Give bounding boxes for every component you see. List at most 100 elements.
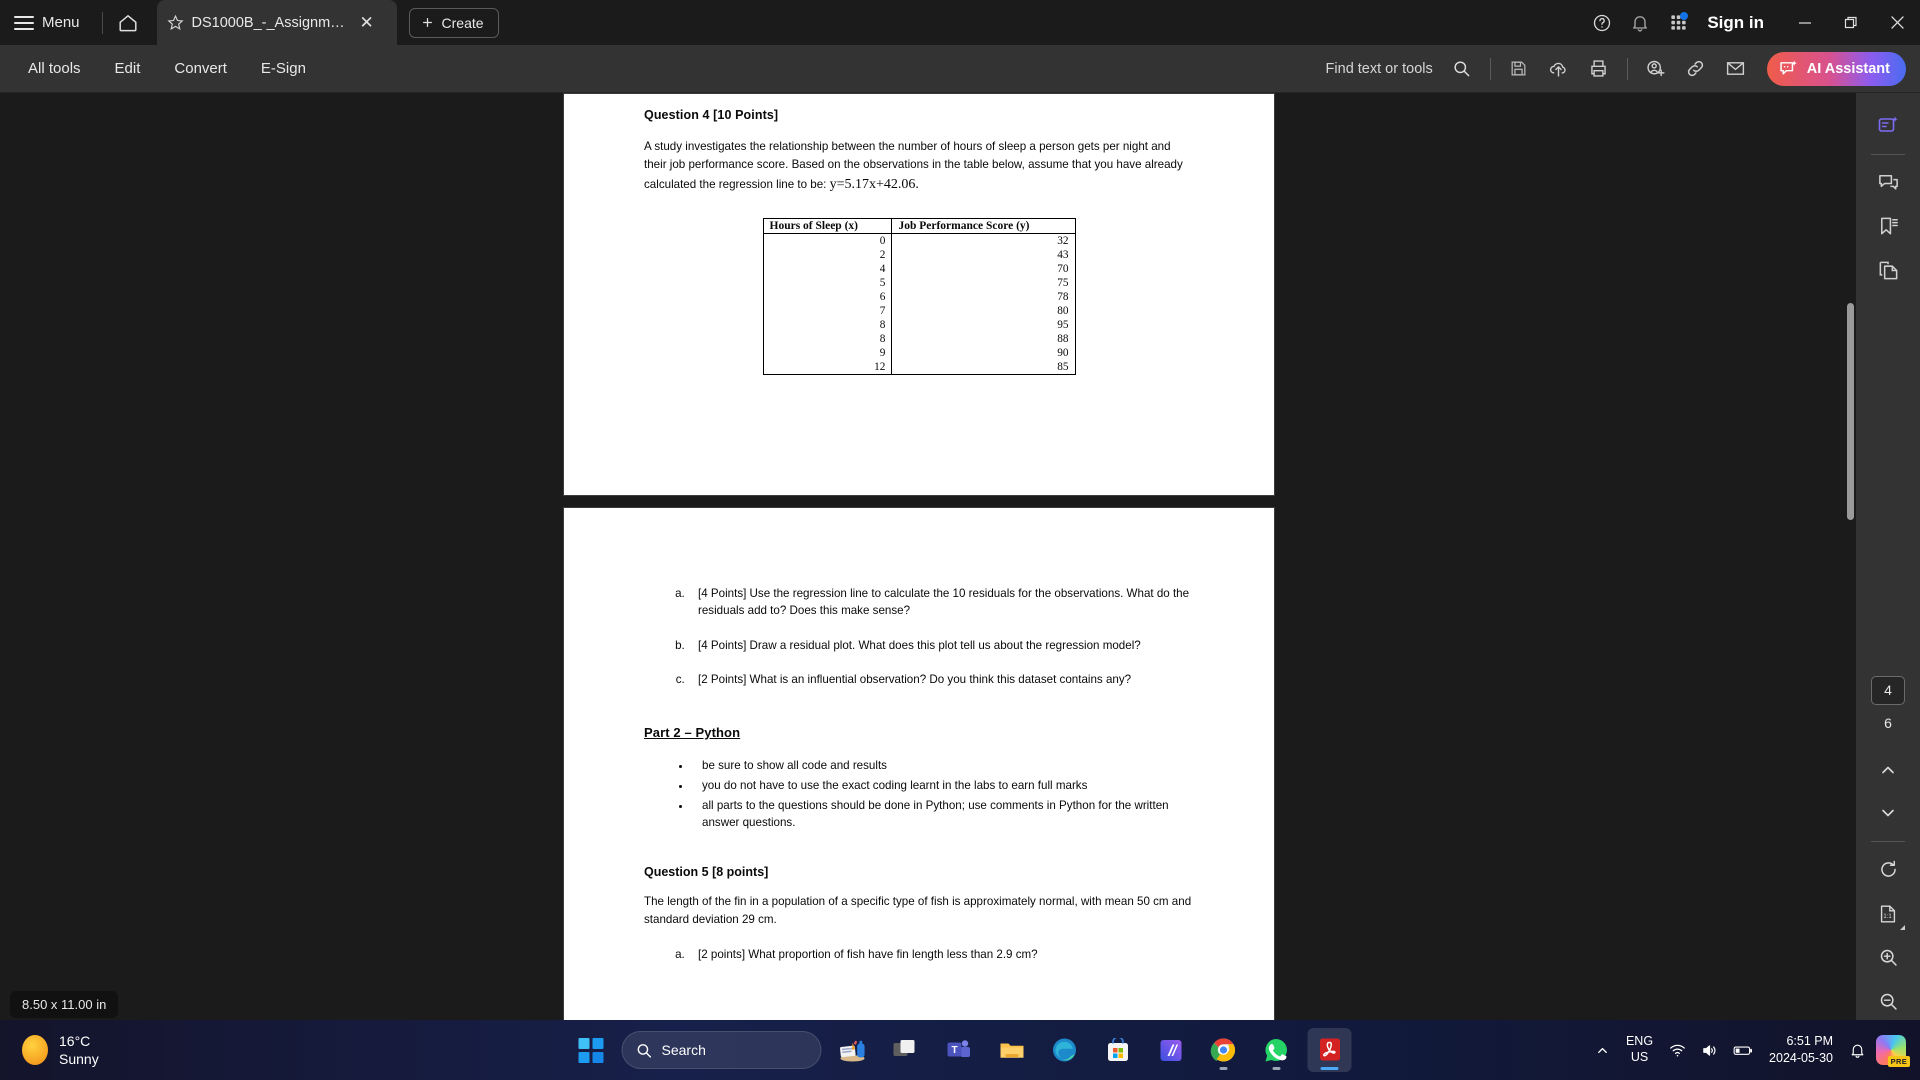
pdf-page-2: [4 Points] Use the regression line to ca… [563, 507, 1275, 1020]
chrome-icon [1210, 1038, 1235, 1062]
part-2-heading: Part 2 – Python [644, 725, 741, 741]
taskbar-app-widgets[interactable] [831, 1028, 875, 1072]
actual-size-button[interactable]: 1:1 [1868, 895, 1908, 933]
divider [1871, 841, 1905, 843]
previous-page-button[interactable] [1868, 751, 1908, 789]
zoom-out-button[interactable] [1868, 982, 1908, 1020]
taskbar-app-file-explorer[interactable] [990, 1028, 1034, 1072]
taskbar-search[interactable]: Search [621, 1031, 822, 1069]
wifi-button[interactable] [1664, 1037, 1691, 1064]
next-page-button[interactable] [1868, 794, 1908, 832]
notifications-tray-button[interactable] [1844, 1037, 1871, 1064]
tab-convert[interactable]: Convert [160, 54, 241, 83]
bookmarks-panel-button[interactable] [1868, 207, 1908, 245]
copilot-button[interactable]: PRE [1876, 1035, 1910, 1067]
ai-sparkle-icon [1780, 60, 1797, 75]
zoom-in-icon [1880, 949, 1897, 966]
edge-icon [1053, 1038, 1076, 1062]
windows-taskbar: 16°C Sunny Search T ENG US 6:51 PM 2024-… [0, 1020, 1920, 1080]
notifications-button[interactable] [1621, 0, 1659, 45]
taskbar-app-teams[interactable]: T [937, 1028, 981, 1072]
restore-button[interactable] [1828, 0, 1874, 45]
system-tray: ENG US 6:51 PM 2024-05-30 PRE [1590, 1030, 1920, 1070]
apps-button[interactable] [1659, 0, 1697, 45]
tray-expand-button[interactable] [1590, 1038, 1615, 1063]
sign-in-button[interactable]: Sign in [1707, 13, 1764, 33]
print-icon [1591, 60, 1606, 77]
taskbar-app-chrome[interactable] [1202, 1028, 1246, 1072]
share-link-button[interactable] [1677, 50, 1715, 88]
zoom-options-caret[interactable] [1900, 924, 1905, 930]
table-row: 5 75 [762, 275, 1076, 290]
folder-icon [1000, 1043, 1023, 1058]
page-size-indicator: 8.50 x 11.00 in [10, 991, 119, 1018]
cell-hours: 9 [762, 345, 893, 360]
cloud-upload-button[interactable] [1540, 50, 1578, 88]
zoom-out-icon [1880, 993, 1897, 1010]
whatsapp-icon [1265, 1039, 1287, 1062]
taskbar-app-purple[interactable] [1149, 1028, 1193, 1072]
volume-button[interactable] [1696, 1037, 1723, 1064]
link-icon [1688, 60, 1704, 77]
minimize-button[interactable] [1782, 0, 1828, 45]
search-button[interactable] [1443, 50, 1481, 88]
zoom-in-button[interactable] [1868, 939, 1908, 977]
comments-panel-button[interactable] [1868, 164, 1908, 202]
star-icon[interactable] [166, 14, 184, 31]
save-button[interactable] [1500, 50, 1538, 88]
one-to-one-page-icon: 1:1 [1880, 905, 1896, 923]
taskbar-app-adobe-acrobat[interactable] [1307, 1028, 1352, 1072]
add-person-button[interactable] [1637, 50, 1675, 88]
list-item: [4 Points] Draw a residual plot. What do… [688, 638, 1194, 655]
print-button[interactable] [1580, 50, 1618, 88]
taskbar-app-microsoft-store[interactable] [1096, 1028, 1140, 1072]
battery-button[interactable] [1728, 1037, 1758, 1064]
tab-all-tools[interactable]: All tools [14, 54, 95, 83]
cell-hours: 12 [762, 359, 893, 375]
language-indicator[interactable]: ENG US [1620, 1031, 1659, 1068]
task-view-icon [893, 1040, 915, 1056]
document-tab[interactable]: DS1000B_-_Assignment... ✕ [156, 0, 397, 45]
hamburger-menu-icon[interactable] [14, 15, 34, 30]
tab-edit[interactable]: Edit [101, 54, 155, 83]
toolbar-right-group: Find text or tools AI Assistant [1326, 50, 1920, 88]
create-button[interactable]: Create [408, 7, 499, 38]
cell-hours: 5 [762, 275, 893, 290]
clock[interactable]: 6:51 PM 2024-05-30 [1763, 1030, 1839, 1070]
running-indicator [1219, 1067, 1228, 1070]
close-button[interactable] [1874, 0, 1920, 45]
taskbar-app-edge[interactable] [1043, 1028, 1087, 1072]
ai-assistant-panel-button[interactable] [1868, 107, 1908, 145]
email-button[interactable] [1717, 50, 1755, 88]
page-thumbnails-panel-button[interactable] [1868, 251, 1908, 289]
table-row: 2 43 [762, 247, 1076, 262]
help-button[interactable] [1583, 0, 1621, 45]
rotate-cw-icon [1880, 861, 1896, 878]
window-close-icon [1890, 16, 1904, 29]
rotate-page-button[interactable] [1868, 851, 1908, 889]
cell-score: 88 [891, 331, 1076, 346]
store-icon [1107, 1037, 1128, 1061]
clock-time: 6:51 PM [1786, 1034, 1833, 1049]
tab-e-sign[interactable]: E-Sign [247, 54, 320, 83]
table-row: 8 88 [762, 331, 1076, 346]
tab-close-icon[interactable]: ✕ [355, 11, 379, 34]
vertical-scrollbar-thumb[interactable] [1847, 303, 1854, 520]
menu-button[interactable]: Menu [42, 14, 80, 31]
table-row: 0 32 [762, 233, 1076, 248]
weather-widget[interactable]: 16°C Sunny [22, 1032, 99, 1068]
taskbar-app-whatsapp[interactable] [1255, 1028, 1299, 1072]
home-button[interactable] [111, 6, 145, 40]
vertical-scrollbar-track[interactable] [1844, 93, 1856, 1020]
current-page-number[interactable]: 4 [1871, 676, 1905, 705]
restore-icon [1844, 16, 1857, 28]
start-button[interactable] [569, 1028, 613, 1072]
title-bar-right: Sign in [1583, 0, 1920, 45]
taskbar-app-task-view[interactable] [884, 1028, 928, 1072]
windows-start-icon [578, 1037, 603, 1063]
find-label[interactable]: Find text or tools [1326, 61, 1433, 77]
cell-score: 43 [891, 247, 1076, 262]
list-item: [4 Points] Use the regression line to ca… [688, 586, 1194, 620]
document-viewport[interactable]: Question 4 [10 Points] A study investiga… [0, 93, 1920, 1020]
ai-assistant-button[interactable]: AI Assistant [1766, 51, 1906, 86]
